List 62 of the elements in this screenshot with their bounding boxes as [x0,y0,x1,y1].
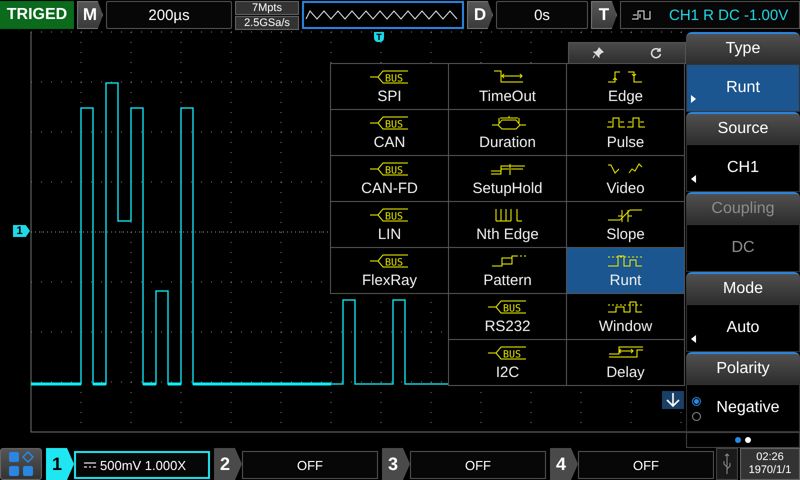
page-dot[interactable] [745,437,751,443]
trigger-status: TRIGED [0,1,74,29]
channel-reading: OFF [297,458,323,472]
trigger-type-option[interactable]: BUS FlexRay [330,247,449,294]
menu-title: Mode [686,274,800,304]
trigger-type-option[interactable]: Edge [566,63,685,110]
channel-number[interactable]: 4 [550,448,578,480]
channel-field[interactable]: 500mV 1.000X [74,451,210,479]
trigger-type-option[interactable]: Slope [566,201,685,248]
radio-button[interactable] [692,397,701,406]
channel-field[interactable]: OFF [242,451,378,479]
home-menu-button[interactable] [0,448,42,480]
right-triangle-icon [691,95,696,103]
trigger-type-option[interactable]: BUS SPI [330,63,449,110]
trigger-type-option[interactable]: BUS I2C [448,339,567,386]
clock-date: 1970/1/1 [748,464,792,477]
menu-option-button[interactable]: CH1 [686,144,800,192]
channel-reading: OFF [465,458,491,472]
dc-coupling-icon [84,462,96,468]
trigger-type-option[interactable]: Delay [566,339,685,386]
left-triangle-icon [691,335,696,343]
page-dot[interactable] [735,437,741,443]
menu-option-button[interactable]: Auto [686,304,800,352]
channel-marker[interactable]: 1 [13,225,30,237]
radio-button[interactable] [692,412,701,421]
menu-title: Coupling [686,194,800,224]
menu-title: Source [686,114,800,144]
usb-icon [722,453,732,475]
menu-value: Runt [726,79,760,97]
trigger-readout[interactable]: CH1 R DC -1.00V [620,1,800,29]
delay-label[interactable]: D [467,1,493,29]
trigger-type-option[interactable]: BUS LIN [330,201,449,248]
left-triangle-icon [691,175,696,183]
menu-value: CH1 [726,159,759,177]
refresh-icon[interactable] [650,47,662,59]
trigger-type-option[interactable]: Runt [566,247,685,294]
menu-value: Negative [715,399,780,417]
waveform-overview[interactable] [302,1,464,29]
menu-option-button[interactable]: Runt [686,64,800,112]
menu-value: DC [731,239,755,257]
menu-title: Type [686,34,800,64]
timebase-label[interactable]: M [77,1,103,29]
channel-number[interactable]: 2 [214,448,242,480]
delay-field[interactable]: 0s [496,1,588,29]
trigger-label[interactable]: T [591,1,617,29]
menu-value: Auto [726,319,760,337]
trigger-position-marker[interactable]: T [374,32,384,42]
channel-reading: 500mV 1.000X [100,458,186,472]
trigger-readout-text: CH1 R DC -1.00V [669,6,788,24]
channel-field[interactable]: OFF [578,451,714,479]
channel-reading: OFF [633,458,659,472]
memory-depth: 7Mpts [235,1,299,15]
menu-option-button[interactable]: Negative [686,384,800,432]
channel-number[interactable]: 1 [46,448,74,480]
channel-field[interactable]: OFF [410,451,546,479]
timebase-field[interactable]: 200µs [106,1,232,29]
clock-time: 02:26 [756,451,784,464]
menu-title: Polarity [686,354,800,384]
channel-number[interactable]: 3 [382,448,410,480]
app-grid-icon [8,451,34,477]
pin-icon[interactable] [592,47,604,59]
sample-rate: 2.5GSa/s [235,16,299,30]
